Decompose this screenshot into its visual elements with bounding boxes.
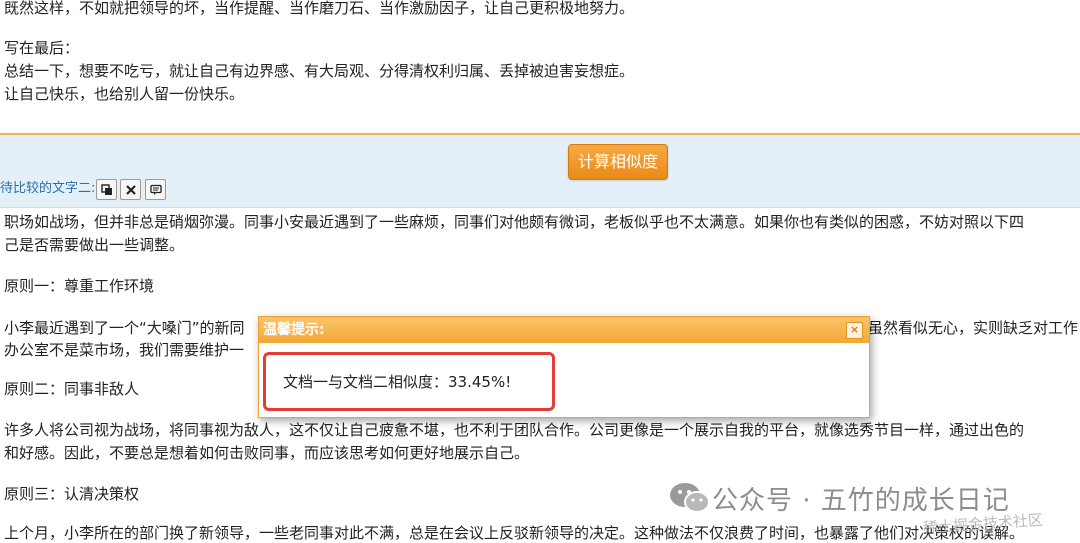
copy-button[interactable] [96,179,117,200]
wechat-icon [670,483,710,513]
previous-document-text: 既然这样，不如就把领导的坏，当作提醒、当作磨刀石、当作激励因子，让自己更积极地努… [0,0,1080,134]
text-line: 许多人将公司视为战场，将同事视为敌人，这不仅让自己疲惫不堪，也不利于团队合作。公… [4,421,1025,439]
dialog-title: 温馨提示: [259,317,869,343]
comment-button[interactable] [145,179,166,200]
text-line: 小李最近遇到了一个“大嗓门”的新同 [4,319,245,337]
text-line: 让自己快乐，也给别人留一份快乐。 [4,85,245,103]
highlight-annotation [263,352,555,411]
text-line: 总结一下，想要不吃亏，就让自己有边界感、有大局观、分得清权利归属、丢掉被迫害妄想… [4,62,635,80]
calculate-similarity-button[interactable]: 计算相似度 [568,144,668,180]
clear-button[interactable] [120,179,141,200]
close-icon[interactable]: × [846,322,863,339]
text-line: 己是否需要做出一些调整。 [4,236,185,254]
text-line: 既然这样，不如就把领导的坏，当作提醒、当作磨刀石、当作激励因子，让自己更积极地努… [4,0,635,17]
text-line: 写在最后： [4,39,80,57]
watermark: 公众号 · 五竹的成长日记 [668,478,1010,518]
compare-toolbar: 计算相似度 待比较的文字二: [0,133,1080,208]
copy-icon [100,183,112,195]
text-line: 原则一：尊重工作环境 [4,277,155,295]
text-line: 虽然看似无心，实则缺乏对工作 [868,319,1079,337]
text-line: 办公室不是菜市场，我们需要维护一 [4,341,245,359]
text-line: 原则二：同事非敌人 [4,380,140,398]
text-line: 上个月，小李所在的部门换了新领导，一些老同事对此不满，总是在会议上反驳新领导的决… [4,524,1025,542]
watermark-text: 公众号 · 五竹的成长日记 [712,485,1010,516]
compare-text-two-label: 待比较的文字二: [0,181,96,196]
text-line: 和好感。因此，不要总是想着如何击败同事，而应该思考如何更好地展示自己。 [4,444,530,462]
comment-icon [149,184,162,195]
text-line: 职场如战场，但并非总是硝烟弥漫。同事小安最近遇到了一些麻烦，同事们对他颇有微词，… [4,213,1025,231]
text-line: 原则三：认清决策权 [4,485,140,503]
clear-icon [125,184,136,195]
